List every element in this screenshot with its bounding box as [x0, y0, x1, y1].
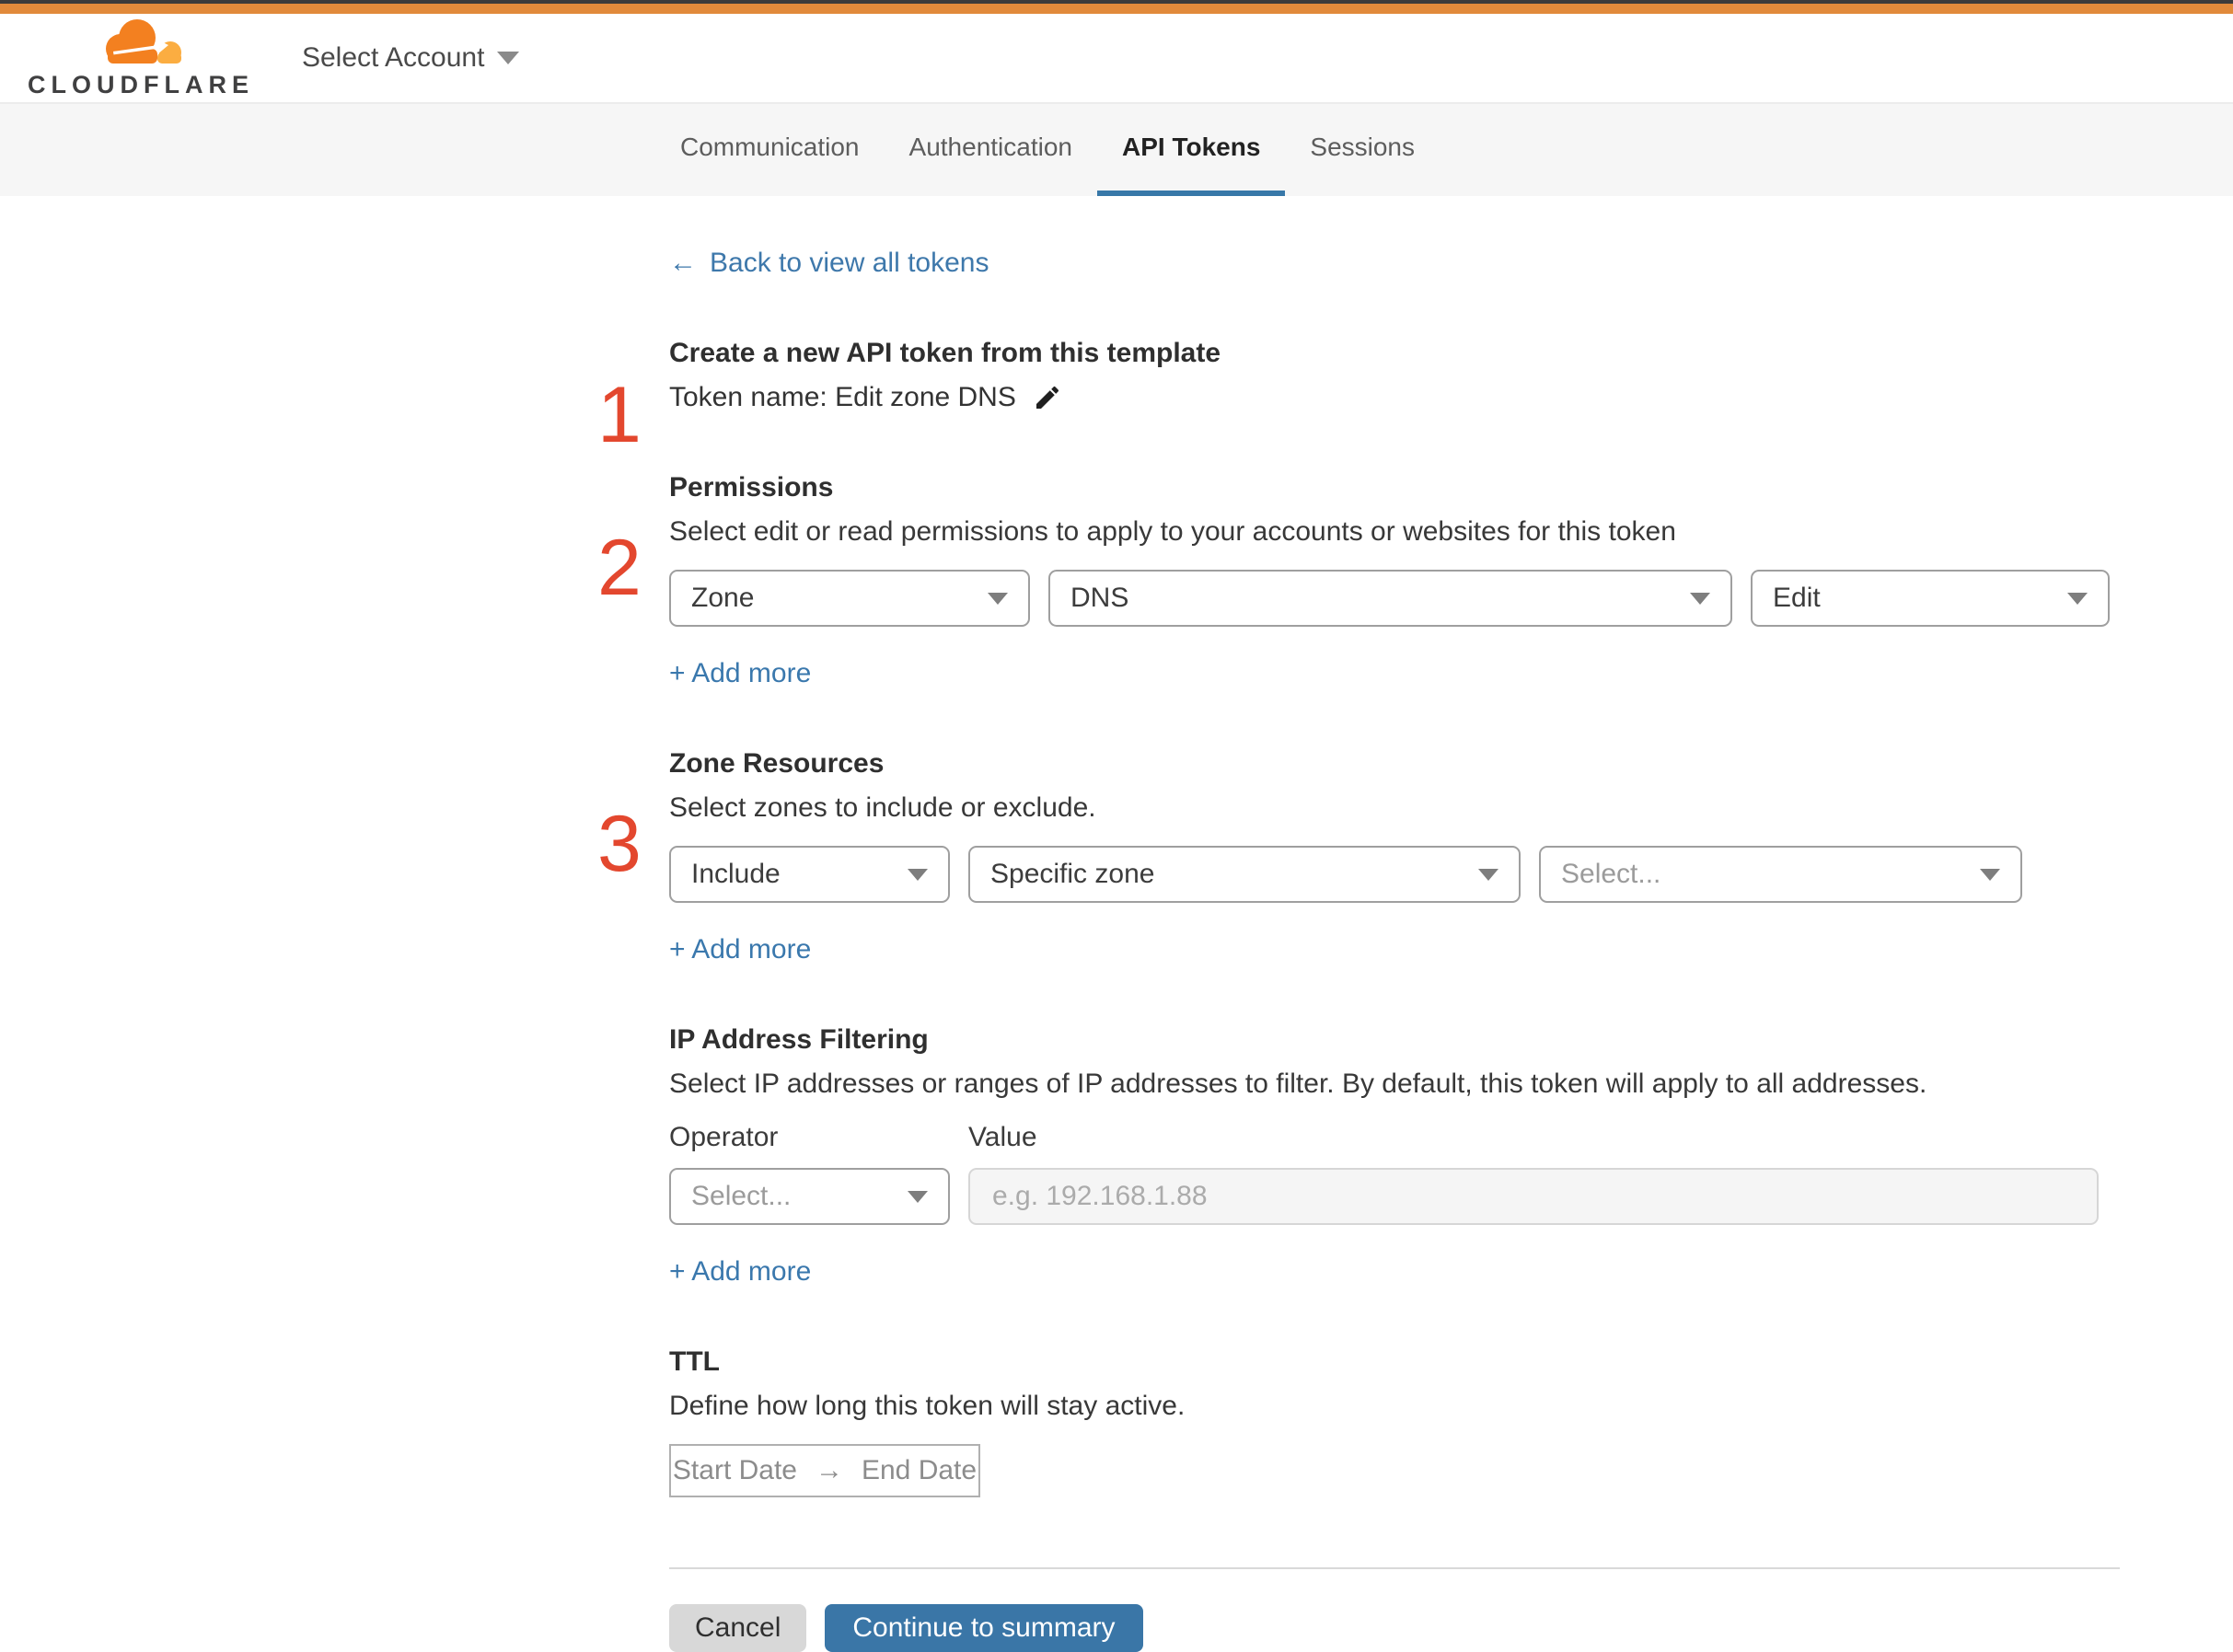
zone-mode-select[interactable]: Include — [669, 846, 950, 903]
permissions-add-more-link[interactable]: + Add more — [669, 658, 811, 689]
zone-resources-title: Zone Resources — [669, 748, 885, 779]
tab-communication[interactable]: Communication — [655, 104, 885, 196]
permission-scope-value: Zone — [691, 583, 755, 613]
app-header: CLOUDFLARE Select Account — [0, 14, 2233, 104]
chevron-down-icon — [2067, 592, 2088, 605]
tab-sessions[interactable]: Sessions — [1285, 104, 1440, 196]
zone-type-select[interactable]: Specific zone — [968, 846, 1521, 903]
arrow-right-icon: → — [815, 1455, 843, 1485]
start-date-label: Start Date — [672, 1455, 797, 1485]
chevron-down-icon — [1478, 868, 1498, 881]
edit-pencil-icon[interactable] — [1033, 383, 1062, 412]
step-number-3: 3 — [597, 800, 642, 888]
ip-filtering-section: IP Address Filtering Select IP addresses… — [669, 1024, 2110, 1288]
ip-operator-placeholder: Select... — [691, 1181, 792, 1211]
zone-resources-section: 3 Zone Resources Select zones to include… — [597, 748, 2110, 965]
ip-filtering-description: Select IP addresses or ranges of IP addr… — [669, 1069, 1927, 1099]
chevron-down-icon — [497, 52, 520, 64]
zone-mode-value: Include — [691, 859, 781, 889]
ip-filtering-add-more-link[interactable]: + Add more — [669, 1256, 811, 1288]
cloudflare-cloud-icon — [105, 18, 181, 64]
permission-access-value: Edit — [1773, 583, 1821, 613]
permissions-title: Permissions — [669, 472, 834, 503]
tab-authentication[interactable]: Authentication — [885, 104, 1097, 196]
ttl-description: Define how long this token will stay act… — [669, 1391, 1186, 1421]
end-date-label: End Date — [861, 1455, 978, 1485]
permissions-section: 2 Permissions Select edit or read permis… — [597, 472, 2110, 689]
step-number-2: 2 — [597, 524, 642, 612]
footer-divider — [669, 1567, 2120, 1569]
value-label: Value — [968, 1122, 1037, 1152]
zone-value-placeholder: Select... — [1561, 859, 1661, 889]
token-name-section: 1 Create a new API token from this templ… — [597, 338, 2110, 455]
back-to-tokens-link[interactable]: ← Back to view all tokens — [669, 248, 989, 279]
chevron-down-icon — [1980, 868, 2000, 881]
operator-label: Operator — [669, 1122, 779, 1152]
cloudflare-logo[interactable]: CLOUDFLARE — [28, 17, 254, 99]
account-selector[interactable]: Select Account — [301, 42, 520, 74]
tab-api-tokens[interactable]: API Tokens — [1096, 104, 1286, 196]
chevron-down-icon — [908, 1190, 928, 1203]
account-selector-label: Select Account — [301, 42, 485, 73]
back-arrow-icon: ← — [669, 248, 697, 278]
continue-to-summary-button[interactable]: Continue to summary — [825, 1604, 1143, 1652]
chevron-down-icon — [908, 868, 928, 881]
token-form: ← Back to view all tokens 1 Create a new… — [597, 196, 2120, 1652]
create-token-title: Create a new API token from this templat… — [669, 338, 1221, 368]
permission-resource-select[interactable]: DNS — [1048, 570, 1732, 627]
ttl-section: TTL Define how long this token will stay… — [669, 1346, 2110, 1497]
ttl-title: TTL — [669, 1346, 720, 1377]
cancel-button[interactable]: Cancel — [669, 1604, 807, 1652]
zone-type-value: Specific zone — [990, 859, 1155, 889]
chevron-down-icon — [1690, 592, 1710, 605]
brand-orange-bar — [0, 4, 2233, 14]
zone-value-select[interactable]: Select... — [1539, 846, 2022, 903]
permission-scope-select[interactable]: Zone — [669, 570, 1030, 627]
ip-filtering-title: IP Address Filtering — [669, 1024, 929, 1055]
date-range-picker[interactable]: Start Date → End Date — [669, 1444, 980, 1497]
token-name-text: Token name: Edit zone DNS — [669, 382, 1016, 412]
zone-resources-description: Select zones to include or exclude. — [669, 792, 1096, 823]
zone-resources-add-more-link[interactable]: + Add more — [669, 934, 811, 965]
back-link-label: Back to view all tokens — [710, 248, 989, 278]
chevron-down-icon — [988, 592, 1008, 605]
step-number-1: 1 — [597, 371, 642, 459]
permission-resource-value: DNS — [1070, 583, 1129, 613]
permissions-description: Select edit or read permissions to apply… — [669, 516, 1676, 547]
form-actions: Cancel Continue to summary — [669, 1604, 2110, 1652]
ip-value-input[interactable] — [968, 1168, 2099, 1225]
permission-access-select[interactable]: Edit — [1751, 570, 2110, 627]
profile-tab-bar: Communication Authentication API Tokens … — [0, 104, 2233, 196]
ip-operator-select[interactable]: Select... — [669, 1168, 950, 1225]
logo-wordmark: CLOUDFLARE — [28, 70, 254, 98]
